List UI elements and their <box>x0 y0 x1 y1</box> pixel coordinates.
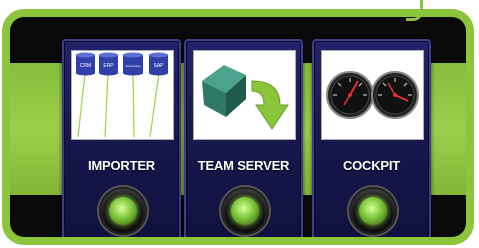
team-server-status-light[interactable] <box>221 187 269 235</box>
importer-status-light[interactable] <box>99 187 147 235</box>
team-server-module[interactable]: TEAM SERVER <box>184 39 303 237</box>
module-panel-frame: CRM ERP Accounting SAP IMPORTER TEAM SER… <box>2 9 474 245</box>
source-crm: CRM <box>80 63 91 69</box>
cockpit-status-light[interactable] <box>349 187 397 235</box>
database-connectors-icon: CRM ERP Accounting SAP <box>76 52 168 138</box>
team-server-label: TEAM SERVER <box>197 158 290 173</box>
module-panel-background: CRM ERP Accounting SAP IMPORTER TEAM SER… <box>10 17 466 237</box>
cube-icon <box>202 65 246 117</box>
source-accounting: Accounting <box>126 64 141 68</box>
curved-arrow-icon <box>251 80 289 130</box>
source-sap: SAP <box>153 63 164 69</box>
gauge-right-icon <box>371 71 419 119</box>
source-erp: ERP <box>103 63 114 69</box>
gauge-left-icon <box>326 71 374 119</box>
cockpit-screen <box>321 50 424 140</box>
cockpit-module[interactable]: COCKPIT <box>312 39 431 237</box>
importer-module[interactable]: CRM ERP Accounting SAP IMPORTER <box>62 39 181 237</box>
importer-screen: CRM ERP Accounting SAP <box>71 50 174 140</box>
team-server-screen <box>193 50 296 140</box>
importer-label: IMPORTER <box>87 158 155 173</box>
gauges-icon <box>326 71 419 119</box>
cockpit-label: COCKPIT <box>342 158 401 173</box>
cube-with-arrow-icon <box>202 65 289 130</box>
